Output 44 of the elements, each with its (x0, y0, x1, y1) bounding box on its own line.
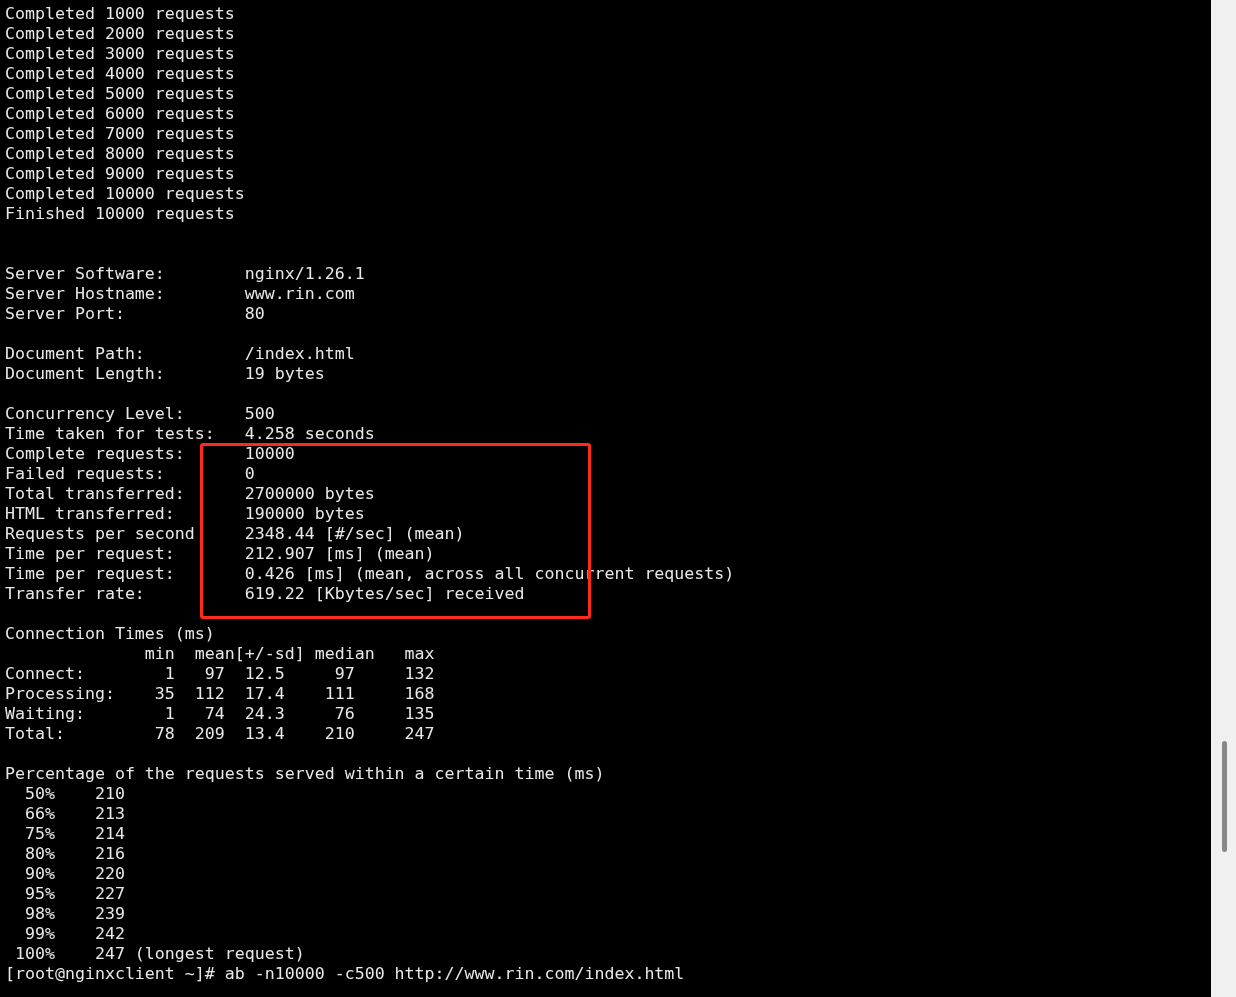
terminal-line: Completed 10000 requests (5, 184, 245, 204)
terminal-line: Server Hostname: www.rin.com (5, 284, 355, 304)
scrollbar[interactable] (1211, 0, 1236, 997)
terminal-line: Document Length: 19 bytes (5, 364, 325, 384)
terminal-line: Completed 6000 requests (5, 104, 235, 124)
terminal-line: Processing: 35 112 17.4 111 168 (5, 684, 435, 704)
terminal-line: Completed 1000 requests (5, 4, 235, 24)
terminal-line: 75% 214 (23, 824, 125, 844)
terminal-line: Total: 78 209 13.4 210 247 (5, 724, 435, 744)
terminal-line: Completed 5000 requests (5, 84, 235, 104)
terminal-line: 90% 220 (23, 864, 125, 884)
terminal-line: HTML transferred: 190000 bytes (5, 504, 365, 524)
terminal-line: 66% 213 (23, 804, 125, 824)
terminal-line: Time per request: 212.907 [ms] (mean) (5, 544, 435, 564)
terminal-line: Completed 2000 requests (5, 24, 235, 44)
terminal-line: Percentage of the requests served within a certain time (ms) (5, 764, 605, 784)
terminal-line: Transfer rate: 619.22 [Kbytes/sec] received (5, 584, 525, 604)
terminal-line: Connect: 1 97 12.5 97 132 (5, 664, 435, 684)
terminal-line: Waiting: 1 74 24.3 76 135 (5, 704, 435, 724)
terminal-line: 98% 239 (23, 904, 125, 924)
terminal-line: Document Path: /index.html (5, 344, 355, 364)
terminal-line: 100% 247 (longest request) (14, 944, 305, 964)
terminal-line: 99% 242 (23, 924, 125, 944)
terminal-line: Concurrency Level: 500 (5, 404, 275, 424)
terminal-line: Completed 3000 requests (5, 44, 235, 64)
terminal-line: Complete requests: 10000 (5, 444, 295, 464)
terminal-line: 50% 210 (23, 784, 125, 804)
terminal-line: Time taken for tests: 4.258 seconds (5, 424, 375, 444)
terminal-line: Failed requests: 0 (5, 464, 255, 484)
terminal-line: 80% 216 (23, 844, 125, 864)
terminal-line: Finished 10000 requests (5, 204, 235, 224)
terminal-line: Requests per second 2348.44 [#/sec] (mean) (5, 524, 465, 544)
terminal-line: Total transferred: 2700000 bytes (5, 484, 375, 504)
terminal-line: Completed 7000 requests (5, 124, 235, 144)
terminal-line: 95% 227 (23, 884, 125, 904)
terminal-line: Completed 9000 requests (5, 164, 235, 184)
terminal-line: Completed 8000 requests (5, 144, 235, 164)
command-prompt-line: [root@nginxclient ~]# ab -n10000 -c500 http://www.rin.com/index.html (5, 964, 685, 984)
terminal-line: Server Port: 80 (5, 304, 265, 324)
terminal-line: Connection Times (ms) (5, 624, 215, 644)
terminal-line: Completed 4000 requests (5, 64, 235, 84)
scrollbar-thumb[interactable] (1222, 741, 1227, 852)
terminal-line: Server Software: nginx/1.26.1 (5, 264, 365, 284)
terminal-line: min mean[+/-sd] median max (143, 644, 435, 664)
